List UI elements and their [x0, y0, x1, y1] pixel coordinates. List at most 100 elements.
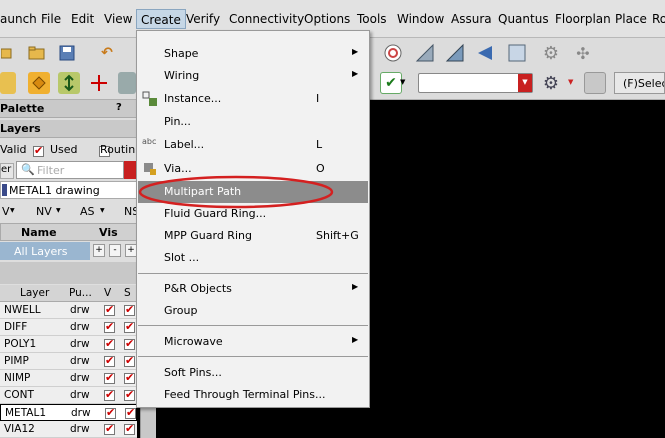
current-layer-field[interactable]: METAL1 drawing — [0, 181, 137, 199]
show-all-button[interactable]: + — [93, 244, 105, 257]
layer-row[interactable]: POLY1 drw — [0, 336, 137, 353]
col-name-header[interactable]: Name — [21, 226, 57, 239]
menu-item-label[interactable]: abc Label... L — [138, 134, 368, 156]
layer-name: PIMP — [4, 355, 29, 367]
selectable-checkbox[interactable] — [125, 406, 136, 419]
menu-item-instance[interactable]: Instance... I — [138, 88, 368, 110]
menu-item-microwave[interactable]: Microwave ▶ — [138, 331, 368, 353]
selectable-checkbox[interactable] — [124, 354, 135, 367]
gear-icon[interactable]: ⚙ — [540, 72, 562, 94]
selectable-checkbox[interactable] — [124, 422, 135, 435]
flip-icon[interactable] — [474, 42, 496, 64]
menu-item-soft-pins[interactable]: Soft Pins... — [138, 362, 368, 384]
menu-item-pin[interactable]: Pin... — [138, 111, 368, 133]
layer-row[interactable]: DIFF drw — [0, 319, 137, 336]
open-folder-icon[interactable] — [26, 42, 48, 64]
save-icon[interactable] — [56, 42, 78, 64]
vis-nv-arrow-icon[interactable]: ▼ — [56, 207, 61, 214]
gear-dropdown-icon[interactable]: ▼ — [568, 78, 573, 86]
vis-v-arrow-icon[interactable]: ▼ — [10, 207, 15, 214]
vis-button-v[interactable]: V — [2, 205, 10, 218]
select-tool-icon[interactable] — [0, 72, 16, 94]
menu-connectivity[interactable]: Connectivity — [229, 12, 304, 26]
menu-options[interactable]: Options — [304, 12, 350, 26]
visible-checkbox[interactable] — [104, 388, 115, 401]
gear-disabled-icon[interactable]: ⚙ — [540, 42, 562, 64]
selectable-checkbox[interactable] — [124, 371, 135, 384]
menu-item-feed-through-pins[interactable]: Feed Through Terminal Pins... — [138, 384, 368, 406]
ruler-icon[interactable] — [414, 42, 436, 64]
layer-row[interactable]: VIA12 drw — [0, 421, 137, 438]
all-layers-label[interactable]: All Layers — [0, 242, 90, 260]
hand-icon[interactable] — [28, 72, 50, 94]
palette-help-button[interactable]: ? — [116, 102, 122, 113]
menu-window[interactable]: Window — [397, 12, 444, 26]
menu-item-mpp-guard-ring[interactable]: MPP Guard Ring Shift+G — [138, 225, 368, 247]
visible-checkbox[interactable] — [104, 371, 115, 384]
menu-tools[interactable]: Tools — [357, 12, 387, 26]
col-visible-header[interactable]: V — [104, 287, 111, 299]
menu-edit[interactable]: Edit — [71, 12, 94, 26]
visible-checkbox[interactable] — [104, 303, 115, 316]
menu-separator — [138, 356, 368, 357]
crosshair-icon[interactable] — [88, 72, 110, 94]
layer-row[interactable]: CONT drw — [0, 387, 137, 404]
selectable-checkbox[interactable] — [124, 388, 135, 401]
visible-checkbox[interactable] — [104, 337, 115, 350]
menu-place[interactable]: Place — [615, 12, 647, 26]
menu-file[interactable]: File — [41, 12, 61, 26]
palette-panel: Palette ? Layers Valid Used Routin er 🔍 … — [0, 100, 139, 438]
menu-verify[interactable]: Verify — [186, 12, 220, 26]
col-selectable-header[interactable]: S — [124, 287, 131, 299]
selectable-checkbox[interactable] — [124, 303, 135, 316]
col-layer-header[interactable]: Layer — [20, 287, 49, 299]
menu-item-pr-objects[interactable]: P&R Objects ▶ — [138, 278, 368, 300]
layer-name: DIFF — [4, 321, 28, 333]
vis-button-as[interactable]: AS — [80, 205, 95, 218]
used-checkbox[interactable] — [33, 144, 44, 157]
filter-mode-button[interactable]: er — [0, 163, 14, 179]
hierarchy-icon[interactable] — [58, 72, 80, 94]
stretch-icon[interactable] — [444, 42, 466, 64]
layer-select-arrow-icon[interactable]: ▼ — [518, 74, 532, 92]
visible-checkbox[interactable] — [105, 406, 116, 419]
grid-icon[interactable] — [584, 72, 606, 94]
menu-item-wiring[interactable]: Wiring ▶ — [138, 65, 368, 87]
select-mode-field[interactable]: (F)Select — [614, 72, 665, 94]
check-icon[interactable]: ✔ — [380, 72, 402, 94]
menu-launch[interactable]: aunch — [0, 12, 37, 26]
dropdown-arrow-icon[interactable]: ▼ — [400, 78, 405, 86]
layer-row[interactable]: PIMP drw — [0, 353, 137, 370]
visible-checkbox[interactable] — [104, 320, 115, 333]
layer-select[interactable]: ▼ — [418, 73, 533, 93]
filter-input[interactable]: 🔍 Filter — [16, 161, 124, 179]
settings-partial-icon[interactable] — [118, 72, 136, 94]
target-icon[interactable] — [382, 42, 404, 64]
visible-checkbox[interactable] — [104, 422, 115, 435]
layer-row-selected[interactable]: METAL1 drw — [0, 404, 137, 421]
col-purpose-header[interactable]: Pu... — [69, 287, 92, 299]
menu-item-group[interactable]: Group — [138, 300, 368, 322]
selectable-checkbox[interactable] — [124, 320, 135, 333]
hide-all-button[interactable]: - — [109, 244, 121, 257]
open-icon[interactable] — [0, 42, 14, 64]
menu-floorplan[interactable]: Floorplan — [555, 12, 611, 26]
layer-purpose: drw — [70, 355, 90, 367]
network-icon[interactable]: ✣ — [572, 42, 594, 64]
col-vis-header[interactable]: Vis — [99, 226, 118, 239]
menu-route[interactable]: Ro — [652, 12, 665, 26]
menu-view[interactable]: View — [104, 12, 132, 26]
align-icon[interactable] — [506, 42, 528, 64]
vis-button-nv[interactable]: NV — [36, 205, 52, 218]
layer-row[interactable]: NWELL drw — [0, 302, 137, 319]
undo-icon[interactable]: ↶ — [96, 42, 118, 64]
selectable-checkbox[interactable] — [124, 337, 135, 350]
menu-quantus[interactable]: Quantus — [498, 12, 549, 26]
visible-checkbox[interactable] — [104, 354, 115, 367]
menu-item-shape[interactable]: Shape ▶ — [138, 43, 368, 65]
layer-row[interactable]: NIMP drw — [0, 370, 137, 387]
menu-assura[interactable]: Assura — [451, 12, 492, 26]
menu-item-slot[interactable]: Slot ... — [138, 247, 368, 269]
vis-as-arrow-icon[interactable]: ▼ — [100, 207, 105, 214]
menu-create[interactable]: Create — [136, 9, 186, 29]
